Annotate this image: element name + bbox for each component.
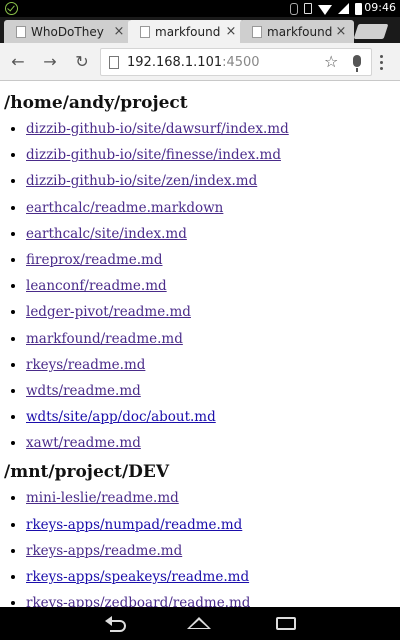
section-heading: /mnt/project/DEV: [4, 462, 170, 483]
forward-arrow-icon[interactable]: →: [40, 52, 60, 72]
page-favicon-icon: [16, 25, 26, 38]
page-icon: [109, 56, 119, 69]
signal-icon: [338, 3, 349, 14]
list-item: fireprox/readme.md: [26, 247, 400, 273]
tab-strip: WhoDoThey × markfound × markfound ×: [0, 17, 400, 43]
page-favicon-icon: [252, 25, 262, 38]
page-favicon-icon: [140, 25, 150, 38]
file-link[interactable]: mini-leslie/readme.md: [26, 490, 179, 506]
file-link[interactable]: wdts/site/app/doc/about.md: [26, 409, 216, 425]
tab-markfound[interactable]: markfound ×: [240, 20, 354, 43]
list-item: dizzib-github-io/site/zen/index.md: [26, 168, 400, 194]
microphone-icon[interactable]: [353, 55, 361, 72]
browser-toolbar: ← → ↻ 192.168.1.101:4500 ☆: [0, 43, 400, 81]
file-link[interactable]: markfound/readme.md: [26, 331, 183, 347]
file-link[interactable]: earthcalc/readme.markdown: [26, 200, 223, 216]
back-arrow-icon[interactable]: ←: [8, 52, 28, 72]
file-link[interactable]: rkeys-apps/readme.md: [26, 543, 182, 559]
nav-back-icon[interactable]: [104, 615, 126, 632]
section-mnt-project-dev: /mnt/project/DEV mini-leslie/readme.md r…: [0, 461, 400, 607]
list-item: dizzib-github-io/site/dawsurf/index.md: [26, 116, 400, 142]
list-item: wdts/readme.md: [26, 378, 400, 404]
file-link[interactable]: dizzib-github-io/site/finesse/index.md: [26, 147, 281, 163]
tab-whodothey[interactable]: WhoDoThey ×: [4, 20, 132, 43]
status-icons: [290, 2, 362, 15]
bluetooth-icon: [290, 2, 298, 15]
status-time: 09:46: [364, 1, 396, 14]
section-home-andy-project: /home/andy/project dizzib-github-io/site…: [0, 92, 400, 456]
status-bar: 09:46: [0, 0, 400, 17]
list-item: rkeys-apps/speakeys/readme.md: [26, 564, 400, 590]
file-link[interactable]: dizzib-github-io/site/zen/index.md: [26, 173, 257, 189]
file-link[interactable]: rkeys-apps/numpad/readme.md: [26, 517, 242, 533]
overflow-menu-icon[interactable]: [380, 55, 383, 73]
nav-recent-apps-icon[interactable]: [276, 617, 296, 630]
list-item: earthcalc/site/index.md: [26, 221, 400, 247]
address-bar[interactable]: 192.168.1.101:4500 ☆: [100, 48, 372, 76]
check-notification-icon: [5, 2, 18, 15]
list-item: dizzib-github-io/site/finesse/index.md: [26, 142, 400, 168]
battery-icon: [355, 2, 362, 15]
file-link[interactable]: fireprox/readme.md: [26, 252, 163, 268]
url-port: :4500: [222, 55, 260, 70]
wifi-icon: [318, 4, 332, 15]
url-host: 192.168.1.101: [127, 55, 223, 70]
file-link[interactable]: xawt/readme.md: [26, 435, 141, 451]
bookmark-star-icon[interactable]: ☆: [324, 52, 338, 71]
file-link[interactable]: rkeys-apps/speakeys/readme.md: [26, 569, 249, 585]
file-link[interactable]: wdts/readme.md: [26, 383, 141, 399]
close-icon[interactable]: ×: [112, 24, 126, 39]
list-item: markfound/readme.md: [26, 326, 400, 352]
file-link-list: dizzib-github-io/site/dawsurf/index.md d…: [26, 116, 400, 456]
page-content: /home/andy/project dizzib-github-io/site…: [0, 81, 400, 607]
file-link[interactable]: ledger-pivot/readme.md: [26, 304, 191, 320]
list-item: rkeys-apps/numpad/readme.md: [26, 512, 400, 538]
list-item: rkeys/readme.md: [26, 352, 400, 378]
list-item: leanconf/readme.md: [26, 273, 400, 299]
list-item: mini-leslie/readme.md: [26, 485, 400, 511]
new-tab-button[interactable]: [353, 24, 389, 39]
file-link-list: mini-leslie/readme.md rkeys-apps/numpad/…: [26, 485, 400, 607]
list-item: wdts/site/app/doc/about.md: [26, 404, 400, 430]
section-heading: /home/andy/project: [4, 93, 188, 113]
tab-title: markfound: [267, 24, 333, 39]
nav-home-icon[interactable]: [187, 617, 211, 629]
tab-markfound-active[interactable]: markfound ×: [128, 20, 244, 43]
list-item: xawt/readme.md: [26, 430, 400, 456]
vibrate-icon: [304, 3, 312, 14]
close-icon[interactable]: ×: [334, 24, 348, 39]
reload-icon[interactable]: ↻: [72, 52, 92, 72]
tab-title: WhoDoThey: [31, 24, 104, 39]
list-item: rkeys-apps/zedboard/readme.md: [26, 590, 400, 607]
file-link[interactable]: rkeys/readme.md: [26, 357, 145, 373]
tab-title: markfound: [155, 24, 221, 39]
url-text[interactable]: 192.168.1.101:4500: [127, 55, 260, 70]
list-item: rkeys-apps/readme.md: [26, 538, 400, 564]
close-icon[interactable]: ×: [224, 24, 238, 39]
list-item: earthcalc/readme.markdown: [26, 195, 400, 221]
file-link[interactable]: earthcalc/site/index.md: [26, 226, 187, 242]
file-link[interactable]: leanconf/readme.md: [26, 278, 167, 294]
file-link[interactable]: rkeys-apps/zedboard/readme.md: [26, 595, 250, 607]
list-item: ledger-pivot/readme.md: [26, 299, 400, 325]
android-nav-bar: [0, 607, 400, 640]
file-link[interactable]: dizzib-github-io/site/dawsurf/index.md: [26, 121, 289, 137]
